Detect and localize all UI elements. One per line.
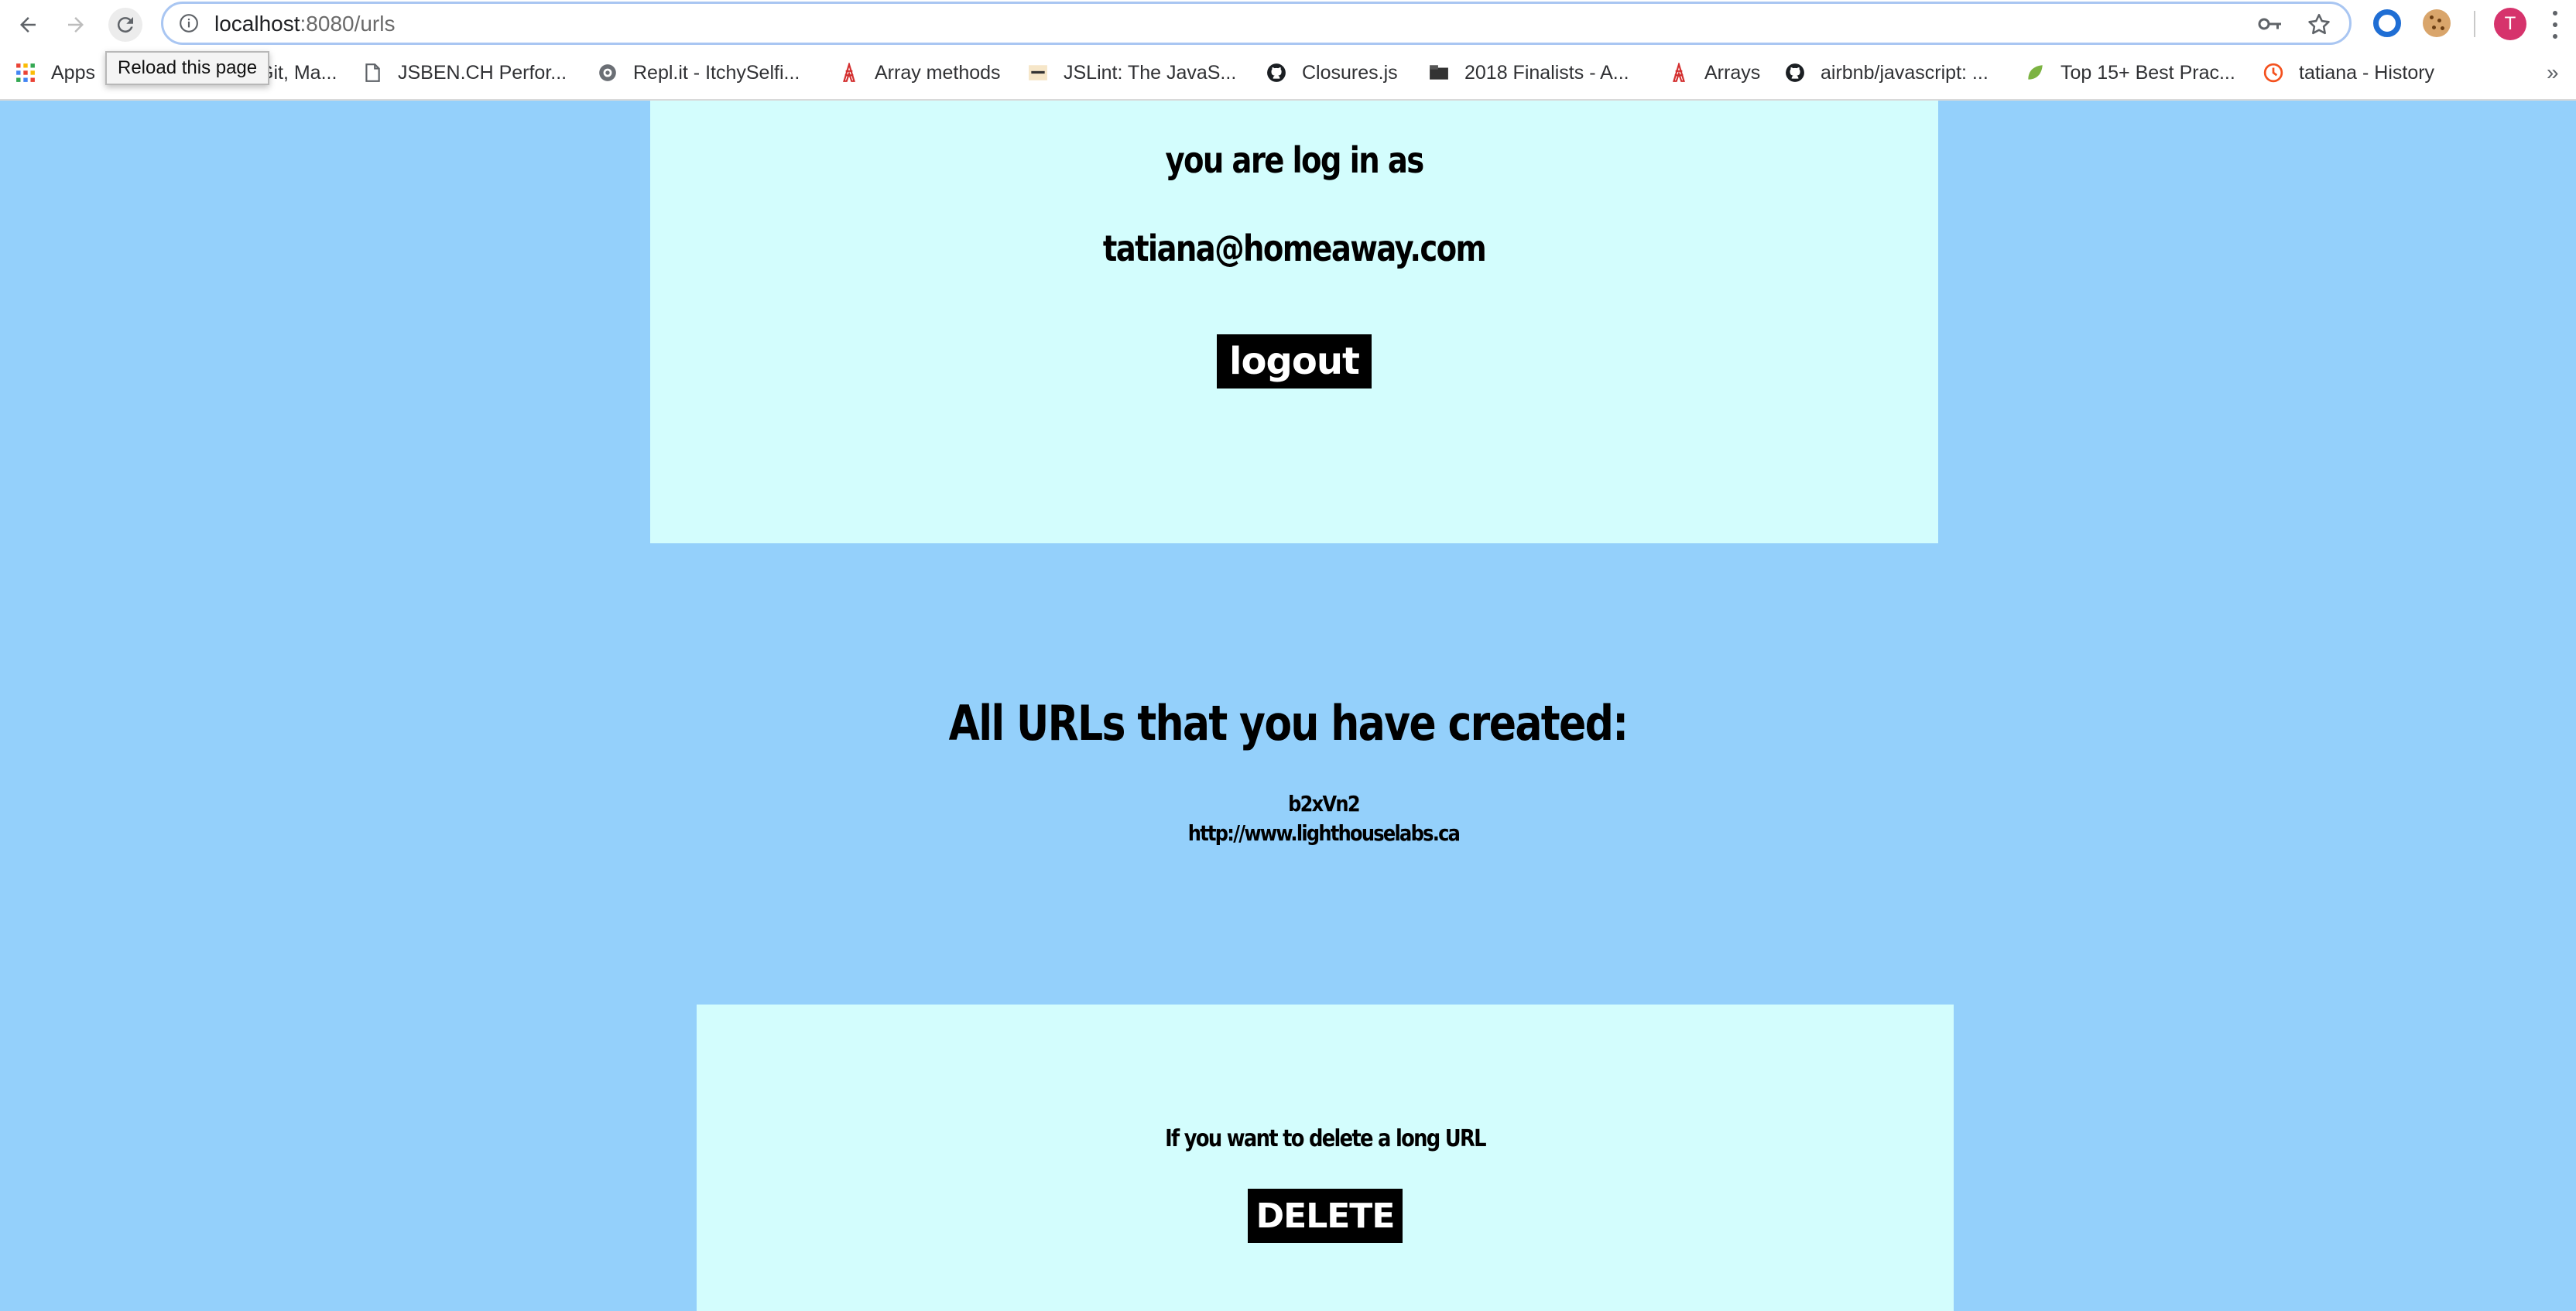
bookmark-label: Array methods (875, 61, 1001, 84)
bookmark-history[interactable]: tatiana - History (2263, 59, 2434, 87)
bookmark-apps[interactable]: Apps (15, 59, 95, 87)
logout-button[interactable]: logout (1217, 334, 1372, 389)
back-arrow-icon (20, 17, 36, 33)
url-path: :8080/urls (300, 12, 396, 36)
bookmark-label: 2018 Finalists - A... (1464, 61, 1629, 84)
bookmark-airbnb[interactable]: airbnb/javascript: ... (1785, 59, 1989, 87)
bookmark-label: airbnb/javascript: ... (1821, 61, 1989, 84)
bookmark-label: Apps (51, 61, 95, 84)
forward-arrow-icon (68, 17, 84, 33)
replit-icon (599, 64, 616, 81)
login-panel: you are log in as tatiana@homeaway.com l… (650, 101, 1938, 543)
bookmark-label: JSBEN.CH Perfor... (398, 61, 567, 84)
bookmark-arrays[interactable]: Arrays (1669, 59, 1760, 87)
leaf-icon (2028, 65, 2043, 80)
bookmark-label: tatiana - History (2299, 61, 2435, 84)
github-icon (1786, 63, 1804, 82)
bookmark-jsben[interactable]: JSBEN.CH Perfor... (362, 59, 567, 87)
delete-panel: If you want to delete a long URL DELETE (697, 1005, 1954, 1311)
bookmark-label: Closures.js (1302, 61, 1398, 84)
bookmark-label: Arrays (1704, 61, 1761, 84)
user-email: tatiana@homeaway.com (1102, 228, 1487, 269)
bookmark-star-icon[interactable] (2306, 12, 2332, 38)
bookmark-label: JSLint: The JavaS... (1064, 61, 1237, 84)
urls-heading: All URLs that you have created: (948, 695, 1629, 751)
info-icon[interactable] (179, 13, 199, 33)
profile-avatar[interactable]: T (2494, 8, 2526, 40)
url-host: localhost (214, 12, 300, 36)
apps-grid-icon (16, 63, 35, 82)
bookmark-jslint[interactable]: JSLint: The JavaS... (1028, 59, 1236, 87)
browser-chrome: localhost:8080/urls T Apps Git, Ma... JS… (0, 0, 2576, 101)
folder-icon (1430, 65, 1448, 80)
page-icon (365, 63, 380, 82)
tower-icon (1673, 63, 1685, 82)
github-icon (1267, 63, 1286, 82)
browser-menu-icon[interactable] (2551, 11, 2559, 39)
reload-icon (117, 17, 133, 33)
extension-circle-icon[interactable] (2373, 9, 2401, 37)
toolbar-divider (2474, 11, 2475, 37)
reload-button[interactable] (108, 8, 142, 42)
forward-button[interactable] (59, 8, 93, 42)
bookmark-label: Repl.it - ItchySelfi... (633, 61, 800, 84)
reload-tooltip: Reload this page (105, 51, 270, 85)
url-text[interactable]: localhost:8080/urls (214, 12, 395, 36)
bookmark-git[interactable]: Git, Ma... (259, 59, 337, 87)
extension-cookie-icon[interactable] (2423, 9, 2451, 37)
bookmarks-overflow-button[interactable]: » (2547, 60, 2559, 85)
bookmark-label: Git, Ma... (259, 61, 337, 84)
tower-icon (843, 63, 855, 82)
long-url: http://www.lighthouselabs.ca (1187, 820, 1461, 846)
bookmark-closures[interactable]: Closures.js (1266, 59, 1398, 87)
login-status-text: you are log in as (1165, 139, 1424, 181)
delete-prompt: If you want to delete a long URL (1165, 1125, 1487, 1152)
address-bar[interactable]: localhost:8080/urls (161, 2, 2352, 45)
key-icon[interactable] (2258, 13, 2283, 35)
bookmark-array-methods[interactable]: Array methods (839, 59, 1001, 87)
history-icon (2263, 63, 2283, 83)
bookmark-best-practices[interactable]: Top 15+ Best Prac... (2025, 59, 2235, 87)
delete-button[interactable]: DELETE (1248, 1189, 1403, 1243)
bookmarks-bar: Apps Git, Ma... JSBEN.CH Perfor... Repl.… (0, 54, 2576, 91)
jslint-icon (1029, 65, 1047, 80)
back-button[interactable] (11, 8, 45, 42)
bookmark-2018-finalists[interactable]: 2018 Finalists - A... (1429, 59, 1629, 87)
bookmark-replit[interactable]: Repl.it - ItchySelfi... (598, 59, 800, 87)
bookmark-label: Top 15+ Best Prac... (2060, 61, 2235, 84)
short-url: b2xVn2 (1288, 791, 1360, 816)
